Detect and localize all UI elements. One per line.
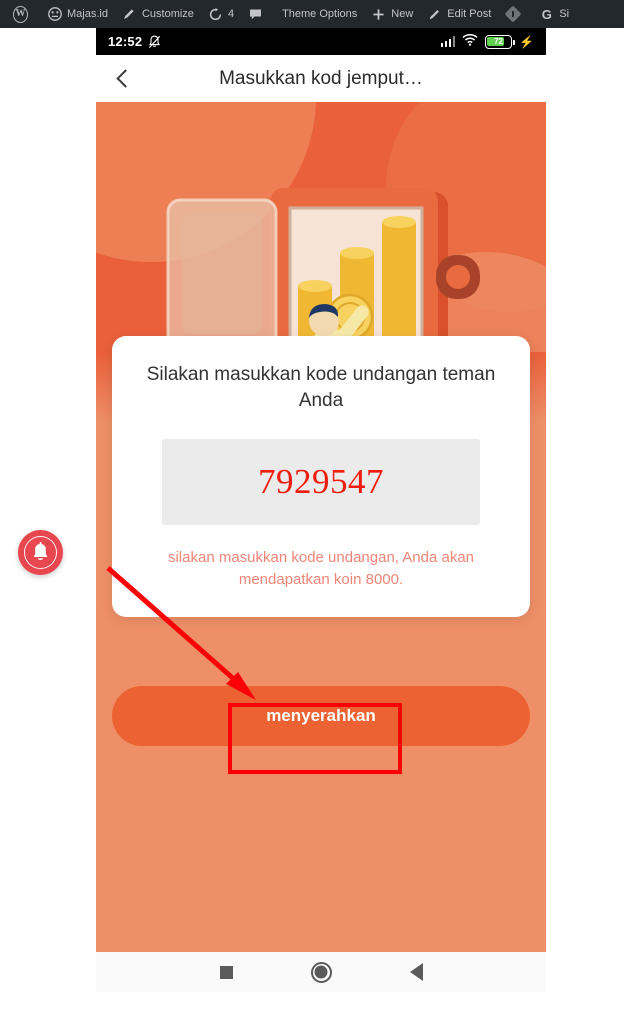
wp-new-menu[interactable]: New: [364, 0, 420, 28]
diamond-icon: [504, 5, 522, 23]
invite-code-card: Silakan masukkan kode undangan teman And…: [112, 336, 530, 617]
battery-percent-label: 72: [494, 37, 503, 46]
wp-customize-label: Customize: [141, 8, 194, 20]
wp-edit-post-label: Edit Post: [447, 8, 492, 20]
back-triangle-icon[interactable]: [369, 952, 464, 992]
wp-edit-post-menu[interactable]: Edit Post: [420, 0, 498, 28]
wp-updates-count: 4: [227, 8, 235, 20]
submit-button[interactable]: menyerahkan: [112, 686, 530, 746]
wp-google-label: Si: [559, 8, 570, 20]
status-bar-right: 72 ⚡: [440, 33, 534, 51]
bell-muted-icon: [148, 35, 161, 49]
screenshot-root: Majas.id Customize 4 Theme Options: [0, 0, 624, 1024]
wp-site-label: Majas.id: [67, 8, 108, 20]
status-bar-left: 12:52: [108, 34, 161, 49]
pencil-icon: [427, 7, 442, 22]
wp-theme-options-menu[interactable]: Theme Options: [275, 0, 364, 28]
dashboard-icon: [47, 7, 62, 22]
invite-code-value: 7929547: [258, 462, 384, 502]
wp-logo-menu[interactable]: [6, 0, 40, 28]
wp-comments-menu[interactable]: [241, 0, 275, 28]
refresh-icon: [208, 7, 223, 22]
status-bar-clock: 12:52: [108, 34, 143, 49]
google-g-icon: G: [541, 6, 552, 22]
android-nav-bar: [96, 952, 546, 992]
card-hint-text: silakan masukkan kode undangan, Anda aka…: [167, 549, 475, 589]
back-chevron-icon[interactable]: [96, 55, 150, 102]
wp-updates-menu[interactable]: 4: [201, 0, 241, 28]
home-circle-icon[interactable]: [274, 952, 369, 992]
comment-icon: [248, 7, 263, 22]
invite-code-input[interactable]: 7929547: [162, 439, 480, 526]
wordpress-admin-bar: Majas.id Customize 4 Theme Options: [0, 0, 624, 28]
hero-section: Silakan masukkan kode undangan teman And…: [96, 102, 546, 952]
wp-plugin-menu[interactable]: [498, 0, 532, 28]
wp-google-menu[interactable]: G Si: [532, 0, 576, 28]
plus-icon: [371, 7, 386, 22]
phone-status-bar: 12:52 72 ⚡: [96, 28, 546, 55]
signal-bars-icon: [440, 36, 456, 47]
wordpress-logo-icon: [13, 5, 28, 23]
notification-bell-icon: [24, 536, 57, 569]
card-title: Silakan masukkan kode undangan teman And…: [146, 364, 496, 411]
wp-new-label: New: [391, 8, 414, 20]
battery-icon: 72: [485, 34, 515, 49]
page-title: Masukkan kod jemput…: [219, 67, 423, 89]
wp-customize-menu[interactable]: Customize: [115, 0, 201, 28]
phone-screen: 12:52 72 ⚡ Masukkan kod jemput… Silakan …: [96, 28, 546, 992]
notification-bell-button[interactable]: [18, 530, 63, 575]
recents-square-icon[interactable]: [179, 952, 274, 992]
brush-icon: [122, 7, 137, 22]
wp-site-menu[interactable]: Majas.id: [40, 0, 115, 28]
charging-bolt-icon: ⚡: [519, 34, 534, 49]
wp-theme-options-label: Theme Options: [282, 8, 358, 20]
app-bar: Masukkan kod jemput…: [96, 55, 546, 102]
wifi-icon: [462, 33, 478, 51]
